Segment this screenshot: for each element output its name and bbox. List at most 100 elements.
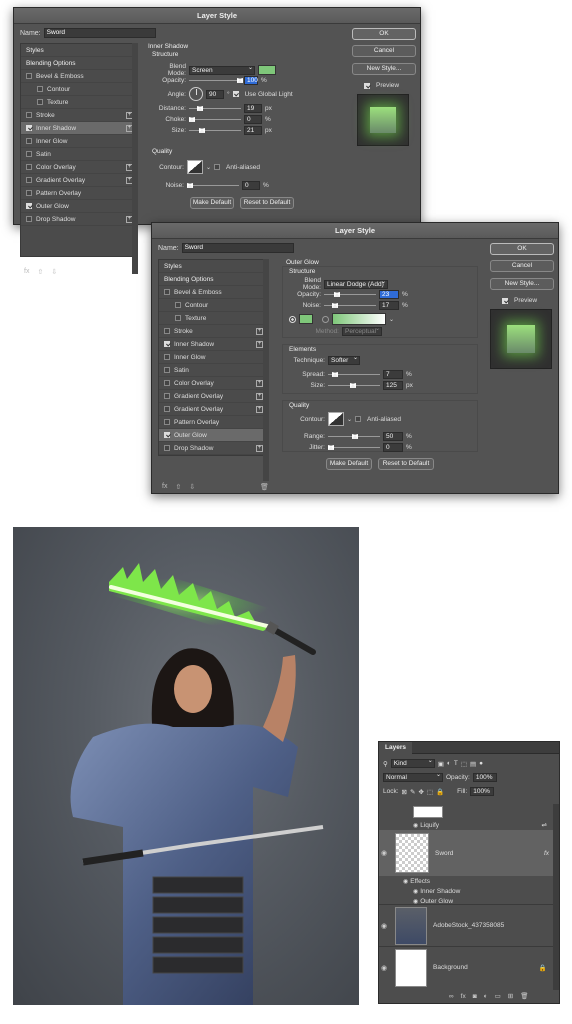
style-checkbox[interactable] — [164, 432, 170, 438]
style-checkbox[interactable] — [164, 380, 170, 386]
make-default-button[interactable]: Make Default — [190, 197, 234, 209]
effects-row[interactable]: ◉ Effects — [379, 876, 553, 886]
new-style-button[interactable]: New Style... — [352, 63, 416, 75]
style-item[interactable]: Inner Shadow + — [21, 122, 137, 135]
layer-name[interactable]: AdobeStock_437358085 — [433, 922, 504, 929]
style-item[interactable]: Outer Glow — [159, 429, 267, 442]
style-item[interactable]: Bevel & Emboss — [21, 70, 137, 83]
style-item[interactable]: Gradient Overlay + — [21, 174, 137, 187]
move-up-icon[interactable]: ⇧ — [37, 268, 43, 276]
style-checkbox[interactable] — [26, 203, 32, 209]
spread-field[interactable]: 7 — [383, 370, 403, 379]
type-filter-icon[interactable]: T — [454, 760, 458, 767]
new-layer-icon[interactable]: ⊞ — [508, 992, 513, 1000]
style-item[interactable]: Blending Options — [159, 273, 267, 286]
style-item[interactable]: Styles — [21, 44, 137, 57]
layer-name[interactable]: Background — [433, 964, 468, 971]
style-checkbox[interactable] — [164, 341, 170, 347]
layer-name[interactable]: Sword — [435, 850, 453, 857]
layer-background[interactable]: ◉ Background 🔒 — [379, 946, 553, 988]
anti-aliased-checkbox[interactable] — [214, 164, 221, 170]
style-checkbox[interactable] — [164, 328, 170, 334]
fx-icon[interactable]: fx — [162, 483, 167, 491]
size-slider[interactable] — [189, 128, 241, 133]
filter-options-icon[interactable]: ⇌ — [542, 821, 547, 829]
kind-select[interactable]: Kind — [390, 758, 435, 768]
folder-icon[interactable]: ▭ — [495, 992, 501, 1000]
fx-icon[interactable]: fx — [544, 850, 549, 857]
chevron-down-icon[interactable]: ⌄ — [389, 316, 394, 323]
global-light-checkbox[interactable] — [232, 91, 239, 97]
slider-thumb[interactable] — [197, 106, 203, 111]
choke-slider[interactable] — [189, 117, 241, 122]
slider-thumb[interactable] — [328, 445, 334, 450]
slider-thumb[interactable] — [332, 303, 338, 308]
style-checkbox[interactable] — [175, 302, 181, 308]
choke-field[interactable]: 0 — [244, 115, 262, 124]
jitter-field[interactable]: 0 — [383, 443, 403, 452]
style-item[interactable]: Texture — [159, 312, 267, 325]
slider-thumb[interactable] — [199, 128, 205, 133]
link-icon[interactable]: ∞ — [449, 993, 454, 1000]
slider-thumb[interactable] — [187, 183, 193, 188]
lock-pixels-icon[interactable]: ⊠ — [402, 788, 407, 796]
add-style-icon[interactable]: + — [256, 380, 263, 387]
noise-slider[interactable] — [324, 303, 376, 308]
size-field[interactable]: 21 — [244, 126, 262, 135]
style-checkbox[interactable] — [175, 315, 181, 321]
slider-thumb[interactable] — [350, 383, 356, 388]
size-field[interactable]: 125 — [383, 381, 403, 390]
style-item[interactable]: Inner Glow — [159, 351, 267, 364]
cancel-button[interactable]: Cancel — [490, 260, 554, 272]
lock-move-icon[interactable]: ✥ — [418, 788, 423, 796]
preview-checkbox[interactable] — [364, 82, 370, 89]
color-radio[interactable] — [289, 315, 296, 323]
adjustment-filter-icon[interactable]: ◐ — [447, 760, 451, 767]
style-item[interactable]: Contour — [159, 299, 267, 312]
opacity-slider[interactable] — [324, 292, 376, 297]
blend-mode-select[interactable]: Screen — [189, 65, 255, 75]
style-item[interactable]: Color Overlay + — [21, 161, 137, 174]
style-item[interactable]: Pattern Overlay — [159, 416, 267, 429]
adjustment-icon[interactable]: ◐ — [484, 993, 488, 1000]
style-item[interactable]: Stroke + — [159, 325, 267, 338]
filter-toggle-icon[interactable]: ● — [479, 760, 483, 767]
opacity-field[interactable]: 100 — [244, 76, 258, 85]
layer-adobestock[interactable]: ◉ AdobeStock_437358085 — [379, 904, 553, 946]
style-item[interactable]: Bevel & Emboss — [159, 286, 267, 299]
smart-filter-liquify[interactable]: ◉ Liquify ⇌ — [379, 820, 553, 830]
eye-icon[interactable]: ◉ — [379, 964, 389, 972]
gradient-radio[interactable] — [322, 315, 329, 323]
reset-default-button[interactable]: Reset to Default — [240, 197, 294, 209]
cancel-button[interactable]: Cancel — [352, 45, 416, 57]
new-style-button[interactable]: New Style... — [490, 278, 554, 290]
style-item[interactable]: Color Overlay + — [159, 377, 267, 390]
style-checkbox[interactable] — [164, 367, 170, 373]
contour-picker[interactable] — [328, 412, 344, 426]
slider-thumb[interactable] — [189, 117, 195, 122]
fx-icon[interactable]: fx — [461, 993, 466, 1000]
opacity-field[interactable]: 100% — [472, 773, 497, 782]
blend-mode-select[interactable]: Normal — [383, 772, 443, 782]
distance-field[interactable]: 19 — [244, 104, 262, 113]
move-down-icon[interactable]: ⇩ — [189, 483, 195, 491]
color-swatch[interactable] — [299, 314, 313, 324]
method-select[interactable]: Perceptual — [342, 326, 382, 336]
style-checkbox[interactable] — [26, 73, 32, 79]
trash-icon[interactable]: 🗑 — [260, 483, 269, 491]
style-checkbox[interactable] — [26, 177, 32, 183]
noise-field[interactable]: 17 — [379, 301, 399, 310]
preview-checkbox[interactable] — [502, 297, 508, 304]
distance-slider[interactable] — [189, 106, 241, 111]
fx-icon[interactable]: fx — [24, 268, 29, 276]
move-up-icon[interactable]: ⇧ — [175, 483, 181, 491]
opacity-slider[interactable] — [189, 78, 243, 83]
chevron-down-icon[interactable]: ⌄ — [206, 164, 211, 171]
angle-dial[interactable] — [189, 87, 203, 101]
style-checkbox[interactable] — [26, 138, 32, 144]
style-checkbox[interactable] — [164, 406, 170, 412]
name-field[interactable]: Sword — [43, 28, 156, 38]
style-item[interactable]: Pattern Overlay — [21, 187, 137, 200]
fill-field[interactable]: 100% — [470, 787, 495, 796]
style-item[interactable]: Texture — [21, 96, 137, 109]
